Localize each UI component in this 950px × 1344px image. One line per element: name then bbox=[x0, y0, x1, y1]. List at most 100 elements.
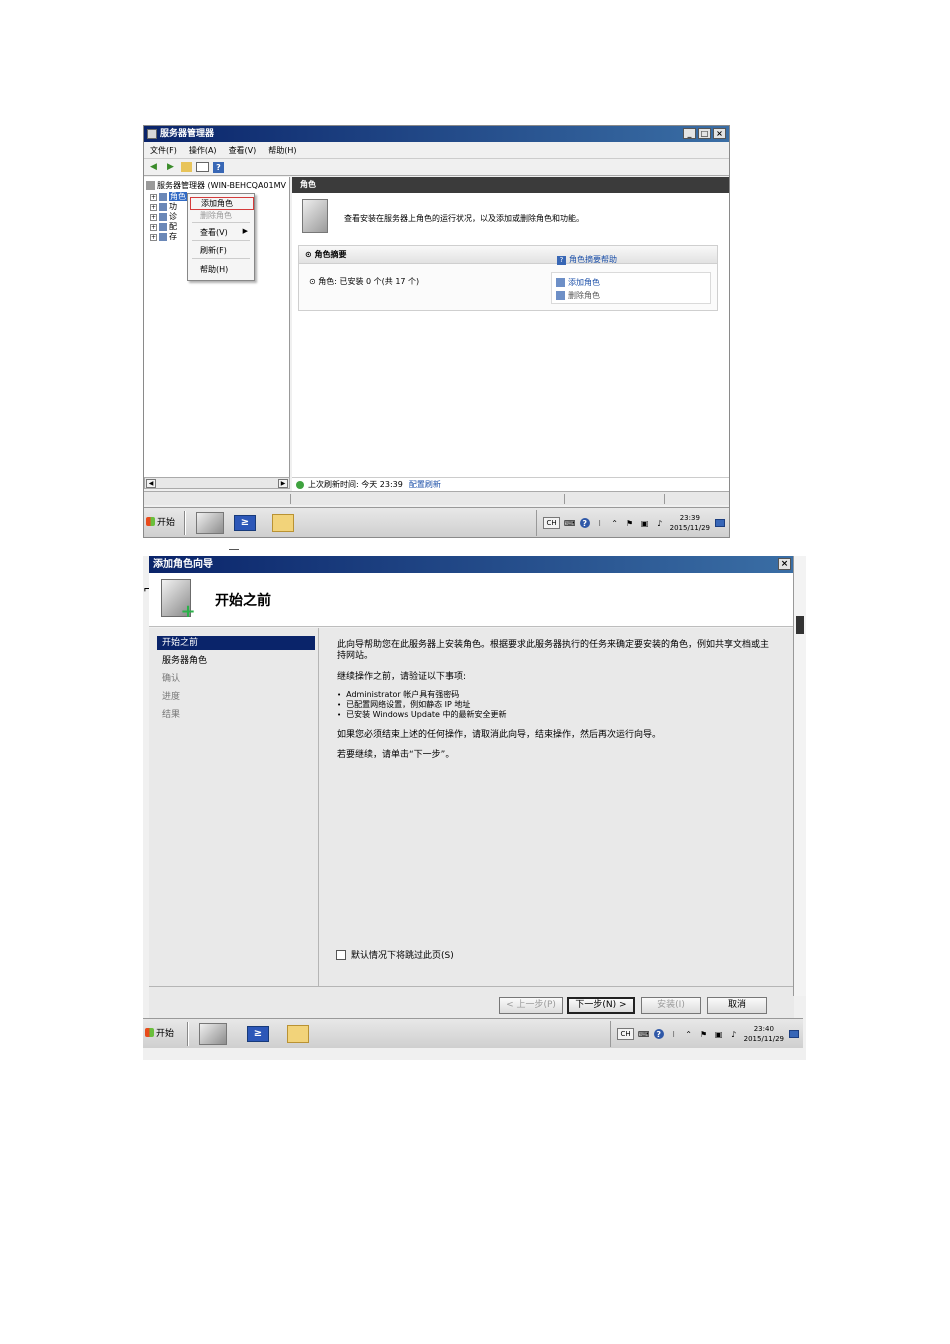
scroll-left-icon[interactable]: ◀ bbox=[146, 479, 156, 488]
server-manager-taskbar-icon[interactable] bbox=[199, 1023, 227, 1045]
roles-actions-box: 添加角色 删除角色 bbox=[551, 272, 711, 304]
input-options-icon[interactable]: ⁝ bbox=[595, 518, 605, 528]
show-desktop-icon[interactable] bbox=[789, 1030, 799, 1038]
network-icon[interactable]: ▣ bbox=[640, 518, 650, 528]
context-menu-view[interactable]: 查看(V) bbox=[200, 227, 228, 238]
clock[interactable]: 23:40 2015/11/29 bbox=[744, 1024, 784, 1044]
taskbar: 开始 ≥ CH ⌨ ? ⁝ ⌃ ⚑ ▣ ♪ 23:39 2015/11/29 bbox=[144, 507, 729, 537]
action-center-flag-icon[interactable]: ⚑ bbox=[699, 1029, 709, 1039]
language-indicator[interactable]: CH bbox=[617, 1028, 634, 1040]
powershell-taskbar-icon[interactable]: ≥ bbox=[234, 515, 256, 531]
checkbox-unchecked-icon[interactable] bbox=[336, 949, 346, 960]
skip-page-checkbox[interactable]: 默认情况下将跳过此页(S) bbox=[336, 948, 454, 961]
server-icon bbox=[146, 181, 155, 190]
expand-icon[interactable]: + bbox=[150, 214, 157, 221]
expand-icon[interactable]: + bbox=[150, 224, 157, 231]
server-manager-titlebar[interactable]: 服务器管理器 _ □ × bbox=[144, 126, 729, 142]
bullet-strong-password: Administrator 帐户具有强密码 bbox=[337, 690, 459, 700]
back-button: < 上一步(P) bbox=[499, 997, 563, 1014]
volume-muted-icon[interactable]: ♪ bbox=[729, 1029, 739, 1039]
menu-help[interactable]: 帮助(H) bbox=[268, 142, 296, 158]
explorer-taskbar-icon[interactable] bbox=[287, 1025, 309, 1043]
menu-view[interactable]: 查看(V) bbox=[229, 142, 257, 158]
windows-logo-icon bbox=[146, 517, 155, 526]
context-menu-help[interactable]: 帮助(H) bbox=[200, 264, 228, 275]
close-button[interactable]: × bbox=[713, 128, 726, 139]
forward-arrow-icon[interactable]: ▶ bbox=[164, 161, 177, 173]
status-divider bbox=[564, 494, 565, 504]
system-tray: CH ⌨ ? ⁝ ⌃ ⚑ ▣ ♪ 23:40 2015/11/29 bbox=[610, 1021, 803, 1047]
input-options-icon[interactable]: ⁝ bbox=[669, 1029, 679, 1039]
tree-node-storage[interactable]: + 存 bbox=[150, 231, 177, 242]
system-tray: CH ⌨ ? ⁝ ⌃ ⚑ ▣ ♪ 23:39 2015/11/29 bbox=[536, 510, 729, 536]
menu-separator bbox=[192, 240, 250, 241]
wizard-titlebar[interactable]: 添加角色向导 × bbox=[149, 556, 794, 573]
remove-role-icon bbox=[556, 291, 565, 300]
roles-installed-status[interactable]: ⊙ 角色: 已安装 0 个(共 17 个) bbox=[309, 276, 419, 287]
minimize-button[interactable]: _ bbox=[683, 128, 696, 139]
roles-pane-header: 角色 bbox=[292, 177, 729, 193]
expand-icon[interactable]: + bbox=[150, 204, 157, 211]
submenu-arrow-icon: ▶ bbox=[242, 227, 248, 235]
explorer-taskbar-icon[interactable] bbox=[272, 514, 294, 532]
step-server-roles[interactable]: 服务器角色 bbox=[157, 654, 315, 668]
last-refresh-text: 上次刷新时间: 今天 23:39 bbox=[308, 480, 403, 489]
powershell-taskbar-icon[interactable]: ≥ bbox=[247, 1026, 269, 1042]
roles-summary-help-link[interactable]: ? 角色摘要帮助 bbox=[557, 251, 617, 269]
wizard-page-heading: 开始之前 bbox=[215, 593, 271, 609]
taskbar-divider bbox=[187, 1022, 189, 1046]
scroll-right-icon[interactable]: ▶ bbox=[278, 479, 288, 488]
menu-file[interactable]: 文件(F) bbox=[150, 142, 177, 158]
help-icon[interactable]: ? bbox=[213, 161, 224, 173]
menu-bar: 文件(F) 操作(A) 查看(V) 帮助(H) bbox=[144, 142, 729, 159]
roles-summary-header[interactable]: ⊙ 角色摘要 ? 角色摘要帮助 bbox=[299, 246, 717, 265]
wizard-close-button[interactable]: × bbox=[778, 558, 791, 570]
taskbar: 开始 ≥ CH ⌨ ? ⁝ ⌃ ⚑ ▣ ♪ 23:40 2015/11/29 bbox=[143, 1018, 803, 1048]
action-center-flag-icon[interactable]: ⚑ bbox=[625, 518, 635, 528]
add-roles-link[interactable]: 添加角色 bbox=[556, 277, 600, 288]
storage-icon bbox=[159, 232, 167, 241]
configure-refresh-link[interactable]: 配置刷新 bbox=[409, 480, 441, 489]
start-button[interactable]: 开始 bbox=[145, 1026, 174, 1039]
server-manager-taskbar-icon[interactable] bbox=[196, 512, 224, 534]
context-menu-refresh[interactable]: 刷新(F) bbox=[200, 245, 227, 256]
context-menu-add-roles[interactable]: 添加角色 bbox=[190, 197, 254, 210]
menu-action[interactable]: 操作(A) bbox=[189, 142, 217, 158]
status-divider bbox=[290, 494, 291, 504]
windows-logo-icon bbox=[145, 1028, 154, 1037]
scrollbar-thumb[interactable] bbox=[796, 616, 804, 634]
show-hide-tree-icon[interactable] bbox=[196, 162, 209, 172]
maximize-button[interactable]: □ bbox=[698, 128, 711, 139]
keyboard-icon[interactable]: ⌨ bbox=[564, 518, 576, 528]
back-arrow-icon[interactable]: ◀ bbox=[147, 161, 160, 173]
tree-horizontal-scrollbar[interactable]: ◀ ▶ bbox=[144, 477, 290, 489]
up-folder-icon[interactable] bbox=[181, 162, 192, 172]
wizard-button-bar: < 上一步(P) 下一步(N) > 安装(I) 取消 bbox=[149, 986, 794, 1018]
help-icon[interactable]: ? bbox=[579, 518, 590, 528]
status-strip bbox=[144, 491, 729, 505]
keyboard-icon[interactable]: ⌨ bbox=[638, 1029, 650, 1039]
show-hidden-icons-icon[interactable]: ⌃ bbox=[684, 1029, 694, 1039]
collapse-icon[interactable]: ⊙ bbox=[305, 250, 315, 259]
show-hidden-icons-icon[interactable]: ⌃ bbox=[610, 518, 620, 528]
roles-main-pane: 角色 查看安装在服务器上角色的运行状况，以及添加或删除角色和功能。 ⊙ 角色摘要… bbox=[292, 177, 729, 477]
language-indicator[interactable]: CH bbox=[543, 517, 560, 529]
network-icon[interactable]: ▣ bbox=[714, 1029, 724, 1039]
show-desktop-icon[interactable] bbox=[715, 519, 725, 527]
cancel-button[interactable]: 取消 bbox=[707, 997, 767, 1014]
step-results: 结果 bbox=[162, 710, 181, 720]
clock[interactable]: 23:39 2015/11/29 bbox=[670, 513, 710, 533]
tree-root-server-manager[interactable]: 服务器管理器 (WIN-BEHCQA01MV bbox=[146, 180, 286, 191]
expand-icon[interactable]: + bbox=[150, 194, 157, 201]
collapse-icon[interactable]: ⊙ bbox=[309, 277, 318, 286]
next-button[interactable]: 下一步(N) > bbox=[567, 997, 635, 1014]
step-before-you-begin[interactable]: 开始之前 bbox=[157, 636, 315, 650]
start-button[interactable]: 开始 bbox=[146, 515, 175, 528]
expand-icon[interactable]: + bbox=[150, 234, 157, 241]
remove-roles-link[interactable]: 删除角色 bbox=[556, 290, 600, 301]
help-icon[interactable]: ? bbox=[653, 1029, 664, 1039]
add-role-icon bbox=[556, 278, 565, 287]
vertical-scrollbar[interactable] bbox=[793, 556, 806, 996]
volume-muted-icon[interactable]: ♪ bbox=[655, 518, 665, 528]
server-manager-app-icon bbox=[147, 129, 157, 139]
